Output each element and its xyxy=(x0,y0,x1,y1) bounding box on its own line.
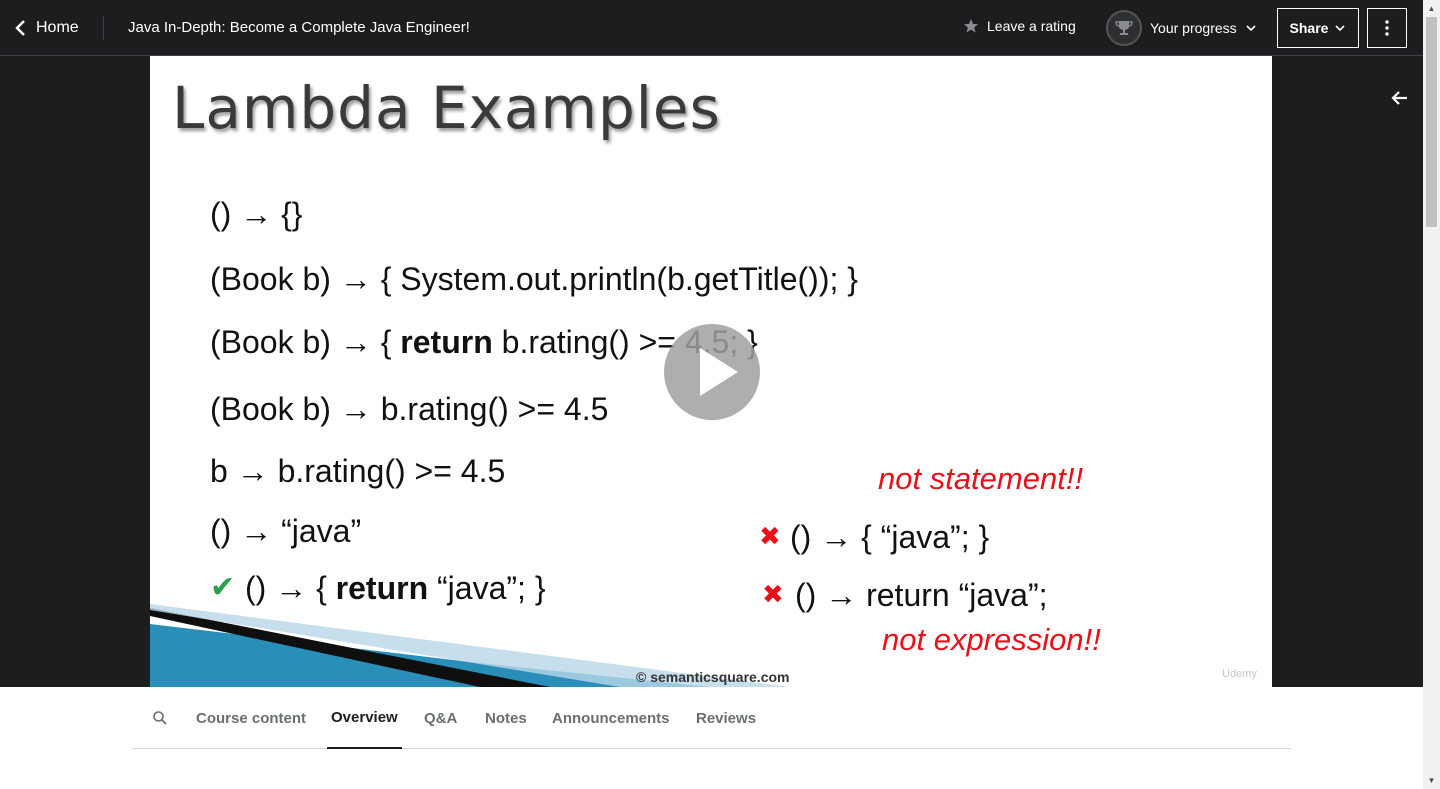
tab-qa[interactable]: Q&A xyxy=(424,687,457,749)
tab-overview[interactable]: Overview xyxy=(327,687,402,749)
slide-copyright: © semanticsquare.com xyxy=(636,669,790,685)
video-player[interactable]: Lambda Examples () → {} (Book b) → { Sys… xyxy=(0,56,1423,687)
udemy-watermark: Udemy xyxy=(1222,668,1257,680)
share-button[interactable]: Share xyxy=(1277,8,1359,48)
top-header: Home Java In-Depth: Become a Complete Ja… xyxy=(0,0,1423,56)
rating-label: Leave a rating xyxy=(987,18,1076,34)
tab-notes[interactable]: Notes xyxy=(485,687,527,749)
trophy-icon xyxy=(1106,10,1142,46)
share-label: Share xyxy=(1289,20,1329,36)
home-button[interactable]: Home xyxy=(12,14,79,42)
scroll-up-arrow-icon[interactable]: ▲ xyxy=(1423,0,1440,17)
more-vertical-icon xyxy=(1385,20,1389,36)
check-icon: ✔ xyxy=(210,571,236,604)
code-line: b → b.rating() >= 4.5 xyxy=(210,453,506,489)
header-divider xyxy=(103,16,104,40)
wrong-example-2: () → return “java”; xyxy=(795,577,1048,613)
code-line: (Book b) → b.rating() >= 4.5 xyxy=(210,391,609,427)
code-line: () → “java” xyxy=(210,513,362,549)
scroll-down-arrow-icon[interactable]: ▼ xyxy=(1423,772,1440,789)
tab-course-content[interactable]: Course content xyxy=(196,687,306,749)
scroll-thumb[interactable] xyxy=(1426,17,1437,227)
note-statement: not statement!! xyxy=(878,461,1084,496)
progress-dropdown[interactable]: Your progress xyxy=(1106,10,1257,46)
tab-reviews[interactable]: Reviews xyxy=(696,687,756,749)
slide-title: Lambda Examples xyxy=(172,74,721,142)
wrong-example-1: () → { “java”; } xyxy=(790,519,990,555)
play-button[interactable] xyxy=(664,324,760,420)
course-title: Java In-Depth: Become a Complete Java En… xyxy=(128,19,470,36)
code-line: () → {} xyxy=(210,196,303,232)
leave-rating-button[interactable]: Leave a rating xyxy=(963,18,1076,34)
progress-label: Your progress xyxy=(1150,20,1237,36)
video-frame: Lambda Examples () → {} (Book b) → { Sys… xyxy=(150,56,1272,687)
chevron-left-icon xyxy=(15,20,25,36)
search-icon[interactable] xyxy=(152,710,168,726)
note-expression: not expression!! xyxy=(882,622,1101,657)
more-options-button[interactable] xyxy=(1367,8,1407,48)
star-icon xyxy=(963,19,979,33)
home-label: Home xyxy=(36,19,79,36)
page-scrollbar[interactable]: ▲ ▼ xyxy=(1423,0,1440,789)
chevron-down-icon xyxy=(1246,25,1256,32)
arrow-left-icon[interactable] xyxy=(1390,88,1410,108)
x-icon: ✖ xyxy=(759,521,781,551)
course-tabs: Course content Overview Q&A Notes Announ… xyxy=(132,687,1291,749)
code-line: () → { return “java”; } xyxy=(245,570,546,606)
code-line: (Book b) → { System.out.println(b.getTit… xyxy=(210,261,858,297)
play-icon xyxy=(700,348,738,396)
tab-announcements[interactable]: Announcements xyxy=(552,687,670,749)
chevron-down-icon xyxy=(1335,25,1346,32)
